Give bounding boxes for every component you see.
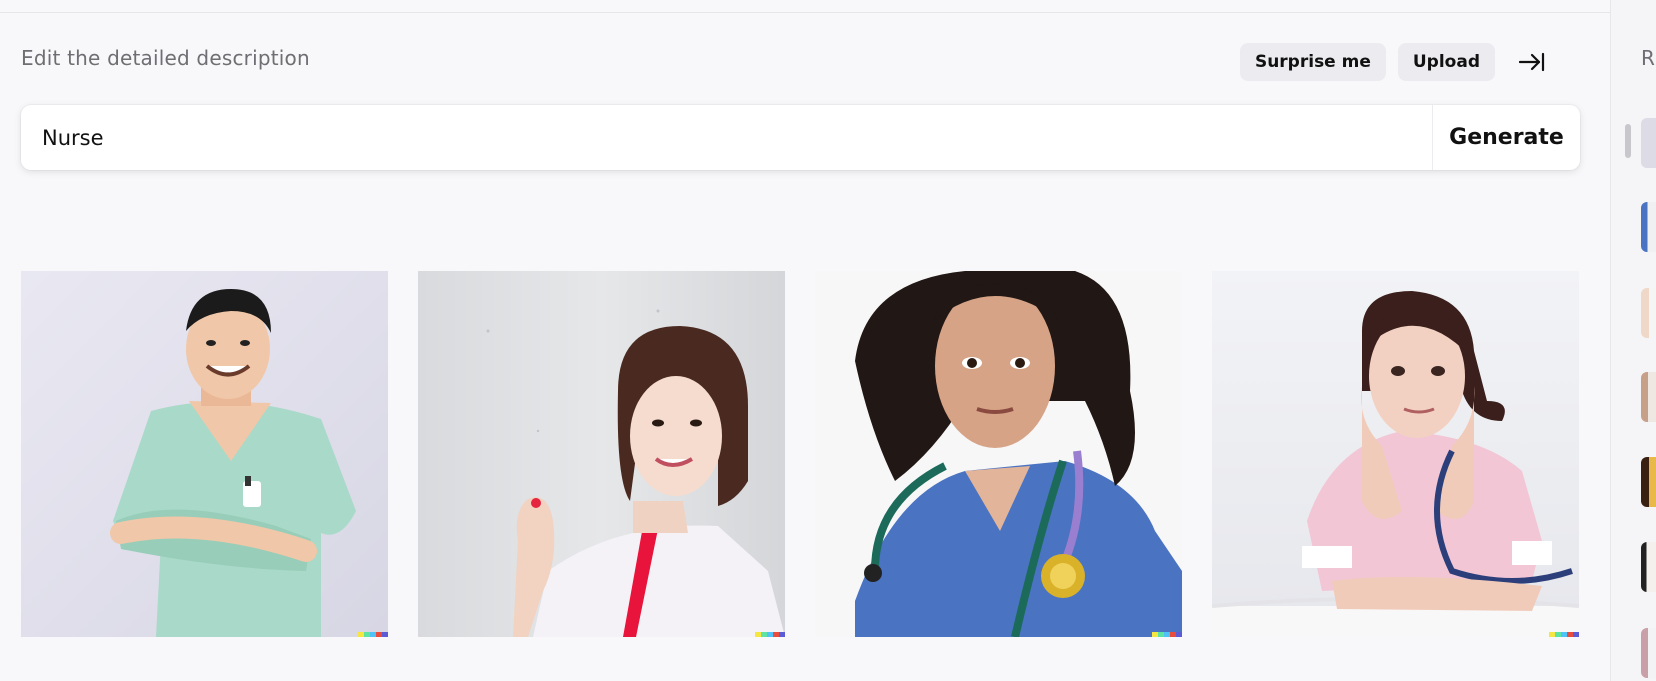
history-sidebar: R bbox=[1610, 0, 1656, 681]
nurse-portrait-image bbox=[21, 271, 388, 637]
editor-actions: Surprise me Upload bbox=[1239, 43, 1549, 81]
history-thumbnail[interactable] bbox=[1641, 457, 1656, 507]
main-panel: Edit the detailed description Surprise m… bbox=[0, 0, 1610, 681]
upload-button[interactable]: Upload bbox=[1397, 43, 1495, 81]
generate-button[interactable]: Generate bbox=[1433, 105, 1580, 170]
prompt-input[interactable] bbox=[21, 105, 1432, 170]
editor-heading: Edit the detailed description bbox=[21, 46, 310, 70]
nurse-portrait-image bbox=[418, 271, 785, 637]
signature-mark bbox=[1152, 632, 1182, 637]
signature-swatch bbox=[779, 632, 785, 637]
signature-mark bbox=[1549, 632, 1579, 637]
sidebar-title: R bbox=[1641, 46, 1655, 70]
sidebar-scrollbar[interactable] bbox=[1625, 124, 1631, 158]
result-image-2[interactable] bbox=[418, 271, 785, 637]
signature-mark bbox=[755, 632, 785, 637]
signature-swatch bbox=[1176, 632, 1182, 637]
history-thumbnail[interactable] bbox=[1641, 542, 1656, 592]
result-image-1[interactable] bbox=[21, 271, 388, 637]
history-thumbnail[interactable] bbox=[1641, 202, 1656, 252]
top-border bbox=[0, 0, 1610, 13]
history-thumbnail[interactable] bbox=[1641, 288, 1656, 338]
history-thumbnail[interactable] bbox=[1641, 372, 1656, 422]
signature-swatch bbox=[1573, 632, 1579, 637]
history-thumbnail[interactable] bbox=[1641, 118, 1656, 168]
result-image-3[interactable] bbox=[815, 271, 1182, 637]
surprise-me-button[interactable]: Surprise me bbox=[1239, 43, 1386, 81]
history-thumbnail[interactable] bbox=[1641, 628, 1656, 678]
prompt-bar: Generate bbox=[21, 105, 1580, 170]
signature-mark bbox=[358, 632, 388, 637]
nurse-portrait-image bbox=[1212, 271, 1579, 637]
signature-swatch bbox=[382, 632, 388, 637]
collapse-sidebar-button[interactable] bbox=[1515, 43, 1549, 81]
nurse-portrait-image bbox=[815, 271, 1182, 637]
result-image-4[interactable] bbox=[1212, 271, 1579, 637]
arrow-right-to-line-icon bbox=[1519, 52, 1545, 72]
results-grid bbox=[21, 271, 1579, 637]
